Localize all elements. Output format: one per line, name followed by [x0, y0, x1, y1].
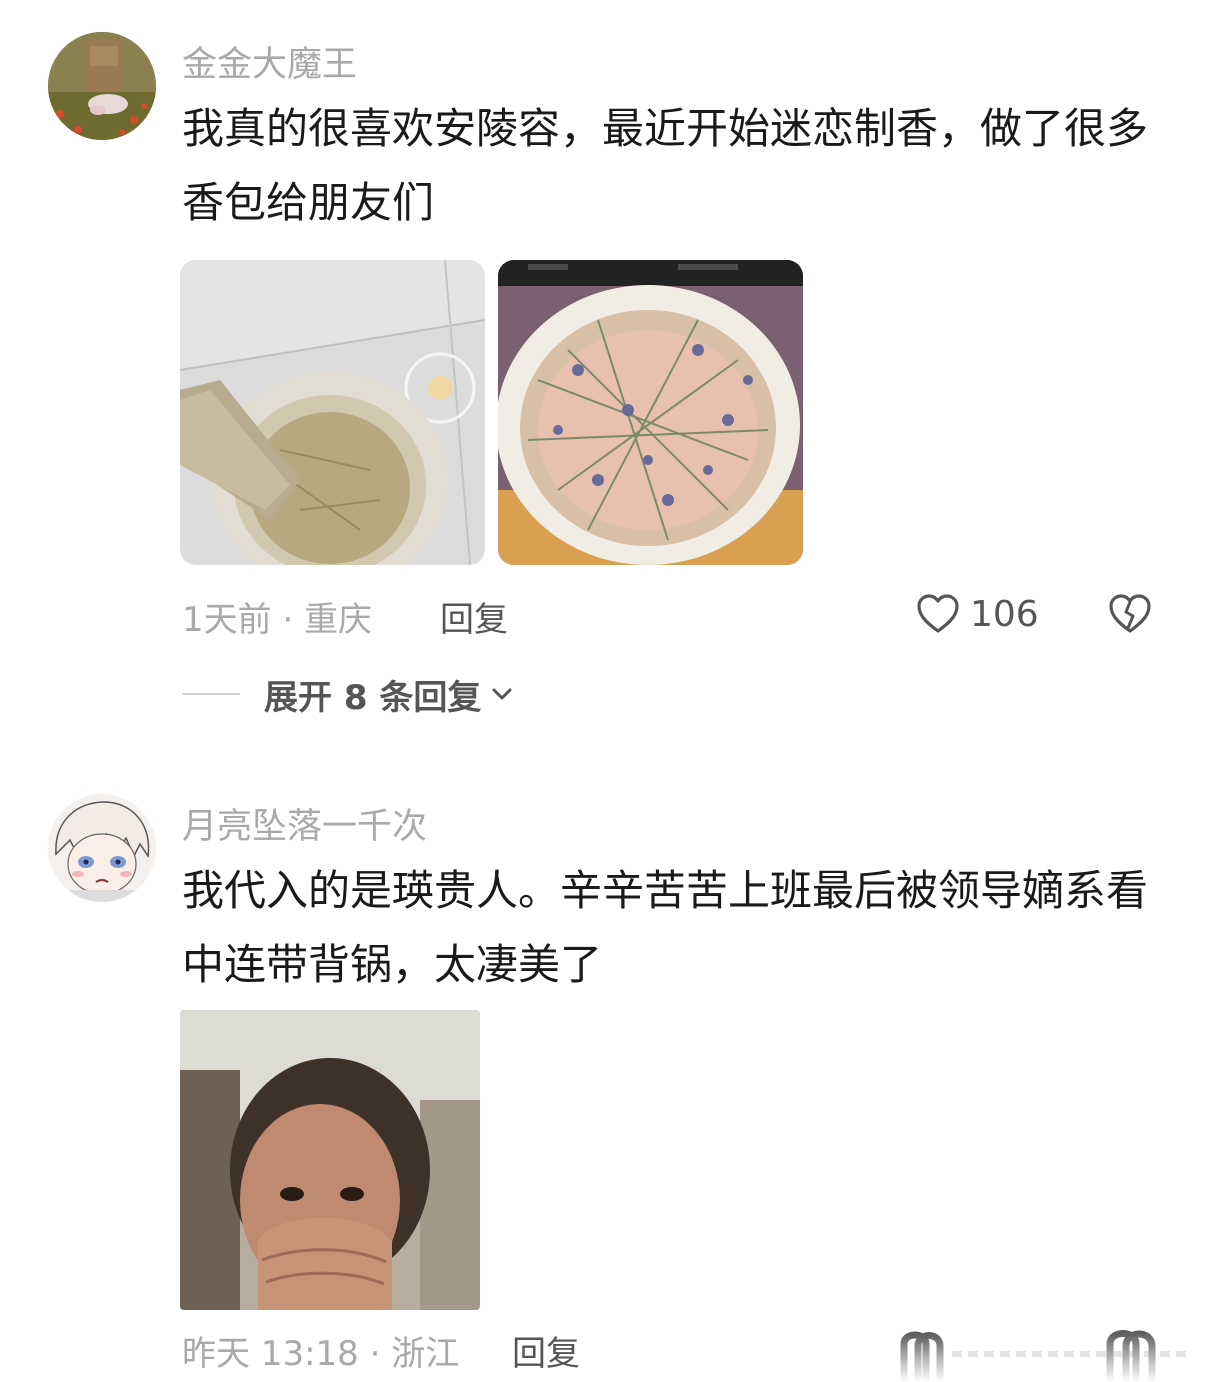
avatar[interactable]	[48, 794, 156, 902]
comment-meta: 1天前 · 重庆	[182, 600, 373, 640]
username[interactable]: 月亮坠落一千次	[182, 798, 427, 849]
like-button[interactable]: 106	[914, 590, 1039, 638]
like-button-partial	[900, 1330, 1190, 1382]
comment-item: 金金大魔王 我真的很喜欢安陵容，最近开始迷恋制香，做了很多香包给朋友们 1天前 …	[0, 0, 1206, 760]
broken-heart-icon[interactable]	[1106, 590, 1154, 638]
reply-button[interactable]: 回复	[440, 592, 508, 641]
divider	[182, 693, 240, 695]
comment-text: 我代入的是瑛贵人。辛辛苦苦上班最后被领导嫡系看中连带背锅，太凄美了	[182, 866, 1149, 989]
avatar[interactable]	[48, 32, 156, 140]
comment-photo[interactable]	[180, 260, 485, 565]
heart-icon	[917, 594, 959, 633]
username[interactable]: 金金大魔王	[182, 36, 357, 87]
comment-item: 月亮坠落一千次 我代入的是瑛贵人。辛辛苦苦上班最后被领导嫡系看中连带背锅，太凄美…	[0, 760, 1206, 1382]
expand-replies-label: 展开 8 条回复	[264, 677, 482, 718]
like-count: 106	[970, 593, 1039, 635]
comment-text: 我真的很喜欢安陵容，最近开始迷恋制香，做了很多香包给朋友们	[182, 104, 1149, 227]
comment-photo[interactable]	[180, 1010, 480, 1310]
reply-button[interactable]: 回复	[512, 1326, 580, 1375]
chevron-down-icon	[492, 688, 512, 700]
comment-meta: 昨天 13:18 · 浙江	[182, 1334, 460, 1374]
comment-photo[interactable]	[498, 260, 803, 565]
expand-replies-button[interactable]: 展开 8 条回复	[182, 668, 515, 720]
